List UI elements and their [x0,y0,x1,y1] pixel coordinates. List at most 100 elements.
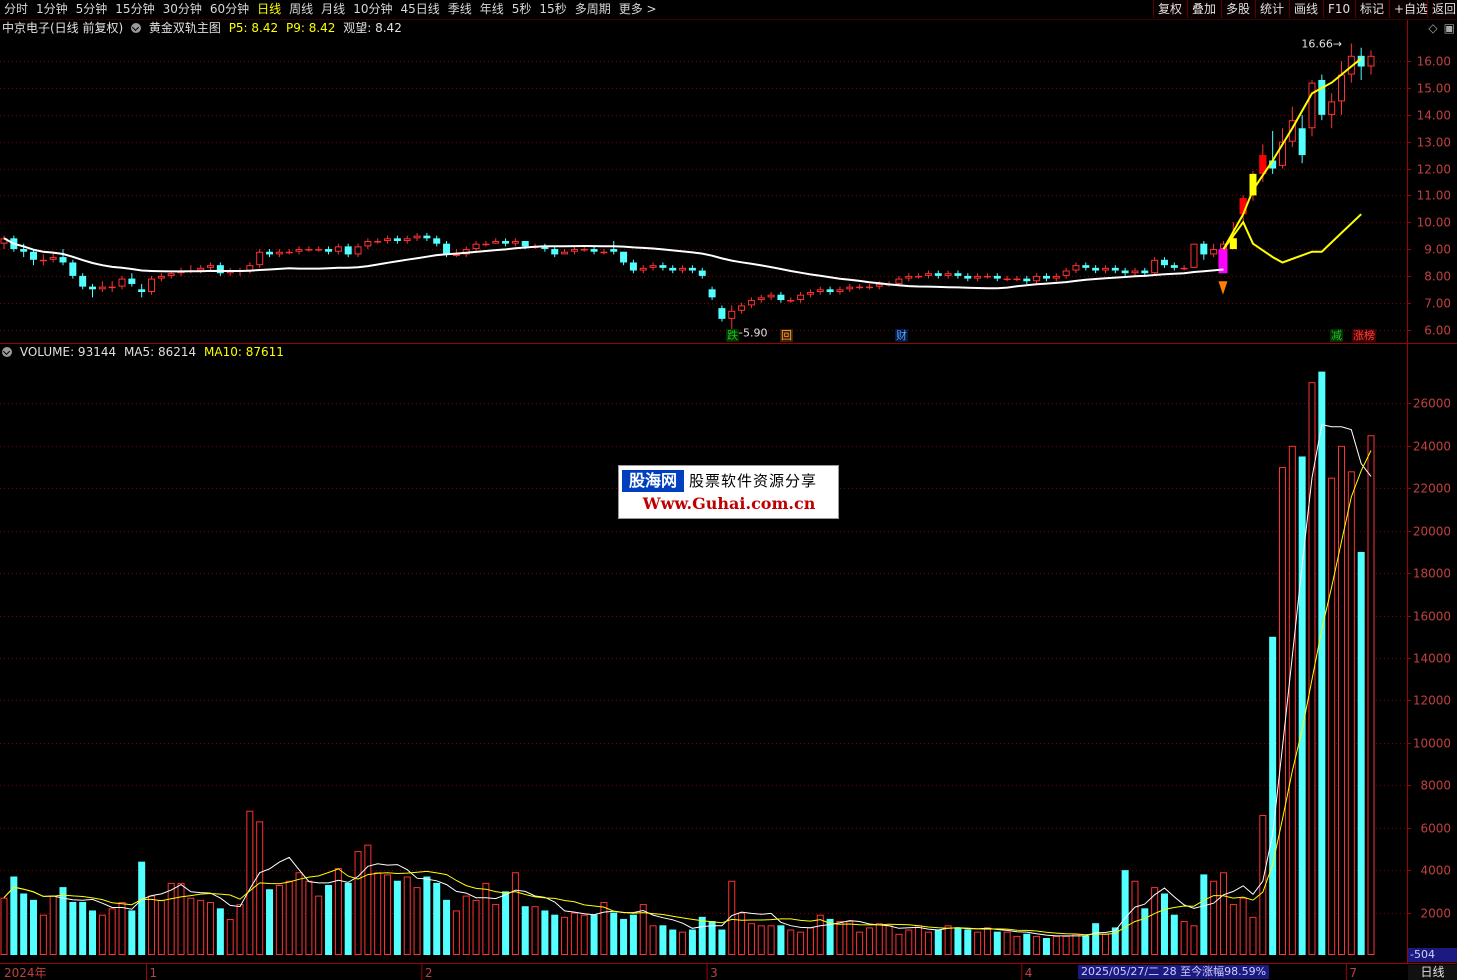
candle-body [118,278,126,287]
candle-body [688,267,696,271]
candle-body [1278,141,1286,166]
candle-body [1210,249,1218,255]
toolbar-button-2[interactable]: 多股 [1221,0,1255,18]
tab-2[interactable]: 5分钟 [72,0,112,19]
volume-bar [620,918,628,955]
candle-body [708,289,716,298]
volume-bar [826,918,834,955]
tab-4[interactable]: 30分钟 [159,0,206,19]
candle-body [767,294,775,298]
watermark: 股海网 股票软件资源分享 Www.Guhai.com.cn [618,465,839,519]
tab-1[interactable]: 1分钟 [32,0,72,19]
period-label[interactable]: 日线 [1408,965,1457,980]
price-axis-label: 9.00 [1424,243,1451,257]
volume-ma10-line [3,450,1372,936]
indicator-dropdown-icon[interactable] [131,23,142,33]
toolbar-button-7[interactable]: +自选 [1389,0,1428,18]
tab-8[interactable]: 月线 [317,0,349,19]
toolbar-button-6[interactable]: 标记 [1355,0,1389,18]
volume-bar [39,914,47,956]
toolbar-button-1[interactable]: 叠加 [1187,0,1221,18]
candle-body [610,249,618,252]
diamond-icon[interactable]: ◇ [1428,21,1437,35]
signal-candle [1229,238,1237,250]
volume-bar [482,882,490,955]
candle-body [983,275,991,278]
candle-body [1023,278,1031,282]
tab-10[interactable]: 45日线 [396,0,443,19]
volume-bar [944,925,952,955]
tab-11[interactable]: 季线 [444,0,476,19]
candle-body [443,243,451,255]
indicator-name[interactable]: 黄金双轨主图 [149,21,221,35]
volume-dropdown-icon[interactable] [2,347,12,357]
volume-bar [1337,445,1345,955]
price-axis-label: 11.00 [1417,189,1451,203]
candle-body [915,275,923,278]
tab-9[interactable]: 10分钟 [349,0,396,19]
volume-bar [0,897,8,956]
volume-bar [1121,870,1129,955]
candle-body [738,305,746,311]
tab-3[interactable]: 15分钟 [111,0,158,19]
tab-14[interactable]: 15秒 [535,0,570,19]
volume-bar [344,882,352,955]
price-axis-label: 14.00 [1417,109,1451,123]
toolbar-button-0[interactable]: 复权 [1153,0,1187,18]
volume-bar [777,925,785,955]
tab-13[interactable]: 5秒 [508,0,536,19]
volume-axis-label: 10000 [1413,737,1451,751]
toolbar-button-8[interactable]: 返回 [1427,0,1457,18]
candle-body [148,278,156,293]
volume-bar [305,880,313,955]
tab-16[interactable]: 更多 > [615,0,661,19]
candle-body [413,235,421,239]
candle-body [836,289,844,293]
volume-bar [1308,382,1316,955]
candle-body [89,286,97,290]
tab-12[interactable]: 年线 [476,0,508,19]
candle-body [197,267,205,271]
volume-bar [797,931,805,956]
window-icon[interactable]: ▣ [1444,21,1455,35]
date-axis-label: 1 [150,966,158,980]
toolbar-button-4[interactable]: 画线 [1289,0,1323,18]
volume-axis-label: 8000 [1420,779,1451,793]
toolbar-button-3[interactable]: 统计 [1255,0,1289,18]
date-axis-label: 7 [1349,966,1357,980]
volume-bar [629,914,637,955]
candle-body [1200,243,1208,255]
watch-value: 观望: 8.42 [343,21,402,35]
p9-value: P9: 8.42 [285,21,336,35]
volume-bar [413,887,421,955]
candle-body [167,273,175,276]
candle-body [364,241,372,247]
candle-body [1052,275,1060,279]
volume-bar [698,916,706,955]
candle-body [1308,82,1316,129]
volume-bar [1347,471,1355,955]
volume-bar [679,931,687,956]
toolbar-button-5[interactable]: F10 [1323,0,1355,18]
candle-body [620,251,628,263]
signal-candle [1239,198,1247,215]
volume-bar [502,891,510,955]
candle-body [138,289,146,292]
tab-5[interactable]: 60分钟 [206,0,253,19]
volume-axis-label: 2000 [1420,907,1451,921]
volume-bar [472,899,480,955]
volume-bar [1111,927,1119,955]
volume-bar [1328,477,1336,955]
volume-bar [374,872,382,955]
watermark-logo: 股海网 [622,470,684,492]
tab-6[interactable]: 日线 [253,0,285,19]
candle-body [964,275,972,279]
tab-15[interactable]: 多周期 [571,0,615,19]
volume-axis-negative: -504 [1408,948,1457,962]
volume-bar [688,929,696,955]
candle-body [875,283,883,287]
tab-7[interactable]: 周线 [285,0,317,19]
volume-bar [1278,467,1286,955]
tab-0[interactable]: 分时 [0,0,32,19]
volume-bar [393,880,401,955]
